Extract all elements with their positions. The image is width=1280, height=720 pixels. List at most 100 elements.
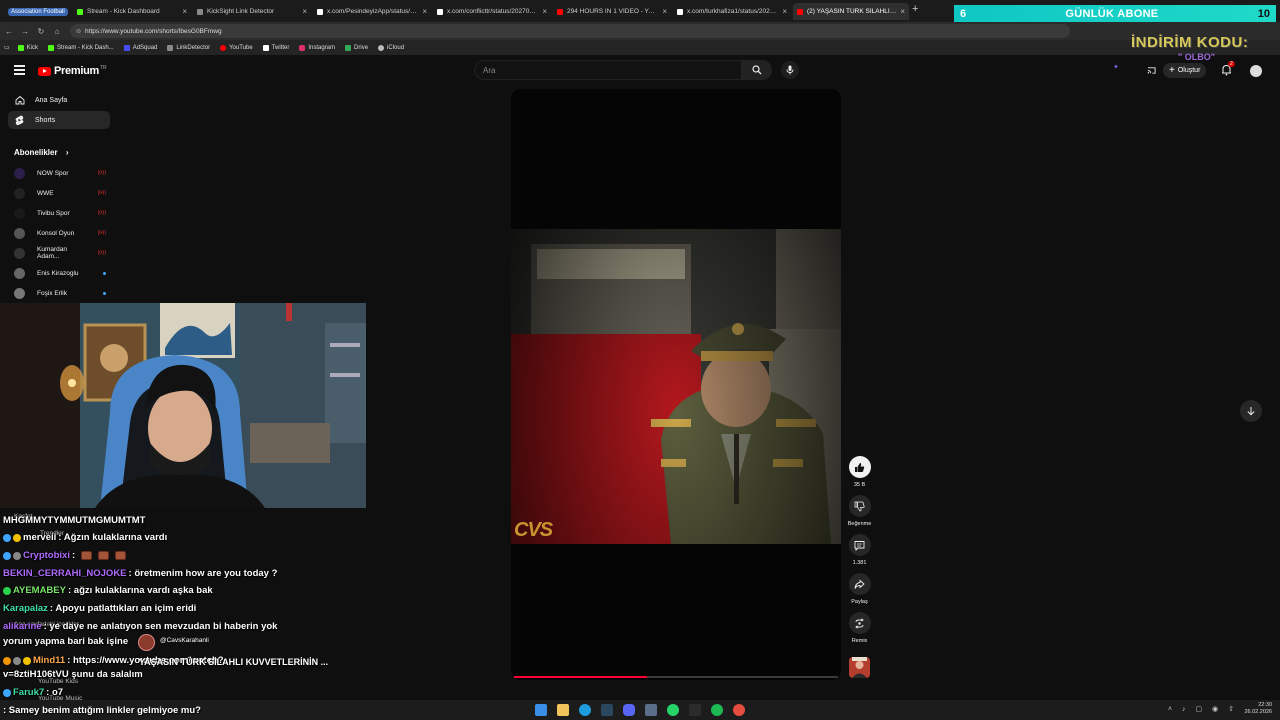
close-icon[interactable]: × xyxy=(900,7,905,16)
bookmark-label: AdSquad xyxy=(132,44,158,51)
chat-message: Cryptobixi : xyxy=(3,550,130,561)
bookmark-icloud[interactable]: iCloud xyxy=(378,44,405,51)
apps-icon[interactable]: ▭ xyxy=(4,44,10,51)
short-video-player[interactable]: CVS xyxy=(511,89,841,680)
whatsapp-icon[interactable] xyxy=(667,704,679,716)
chrome-icon[interactable] xyxy=(733,704,745,716)
browser-tab[interactable]: KickSight Link Detector × xyxy=(193,3,311,20)
account-avatar[interactable] xyxy=(1250,65,1262,77)
close-icon[interactable]: × xyxy=(182,7,187,16)
chat-badge-icon xyxy=(3,656,11,665)
browser-tab[interactable]: Association Football xyxy=(4,3,70,20)
webcam-image xyxy=(0,303,366,508)
bookmark-adsquad[interactable]: AdSquad xyxy=(123,44,158,51)
like-action[interactable]: 35 B xyxy=(847,456,872,488)
site-info-icon[interactable]: ⊜ xyxy=(76,28,81,35)
search-button[interactable] xyxy=(742,60,772,80)
remix-action[interactable]: Remix xyxy=(847,612,872,644)
next-short-button[interactable] xyxy=(1240,400,1262,422)
browser-tab[interactable]: Stream - Kick Dashboard × xyxy=(73,3,191,20)
like-button[interactable] xyxy=(848,456,871,478)
share-action[interactable]: Paylaş xyxy=(847,573,872,605)
share-label: Paylaş xyxy=(851,599,868,605)
back-icon[interactable]: ← xyxy=(2,27,16,36)
subscription-name: NOW Spor xyxy=(37,169,69,177)
bookmark-kick[interactable]: Kick xyxy=(17,44,39,51)
close-icon[interactable]: × xyxy=(782,7,787,16)
logo-region: TR xyxy=(99,65,107,71)
comments-button[interactable] xyxy=(848,534,871,556)
file-explorer-icon[interactable] xyxy=(557,704,569,716)
subscription-item[interactable]: Tivibu Spor ((•)) xyxy=(14,205,106,221)
chat-text: : xyxy=(71,550,76,561)
browser-tab[interactable]: x.com/PesindeyizApp/status/2027 × xyxy=(313,3,431,20)
short-title[interactable]: YAŞASIN TÜRK SİLAHLI KUVVETLERİNİN ... xyxy=(139,657,328,667)
voice-search-button[interactable] xyxy=(781,61,799,79)
hamburger-menu-icon[interactable] xyxy=(14,65,25,75)
close-icon[interactable]: × xyxy=(422,7,427,16)
bookmark-youtube[interactable]: YouTube xyxy=(220,44,253,51)
taskbar-clock[interactable]: 22:30 26.02.2026 xyxy=(1244,702,1272,716)
browser-tab-active[interactable]: (2) YAŞASIN TÜRK SİLAHLI KU × xyxy=(793,3,909,20)
subscription-item[interactable]: Foşix Erlik xyxy=(14,285,106,301)
dislike-button[interactable] xyxy=(848,495,871,517)
app-icon[interactable] xyxy=(645,704,657,716)
cast-icon[interactable] xyxy=(1147,66,1156,75)
home-icon[interactable]: ⌂ xyxy=(50,27,64,36)
close-icon[interactable]: × xyxy=(302,7,307,16)
bookmark-instagram[interactable]: Instagram xyxy=(299,44,335,51)
subscription-item[interactable]: Kumardan Adam... ((•)) xyxy=(14,245,106,261)
url-input[interactable]: ⊜ https://www.youtube.com/shorts/IbesG0B… xyxy=(70,24,1070,38)
bookmark-label: iCloud xyxy=(387,44,405,51)
app-icon[interactable] xyxy=(689,704,701,716)
system-tray[interactable]: ˄ ♪ ▢ ◉ ⇧ xyxy=(1168,705,1238,713)
create-button[interactable]: + Oluştur xyxy=(1163,63,1207,78)
subscription-item[interactable]: Konsol Oyun ((•)) xyxy=(14,225,106,241)
bookmark-label: Stream - Kick Dash... xyxy=(57,44,114,51)
comments-action[interactable]: 1.381 xyxy=(847,534,872,566)
subscription-item[interactable]: Enis Kirazoglu xyxy=(14,265,106,281)
dislike-action[interactable]: Beğenme xyxy=(847,495,872,527)
chat-text: : ye daye ne anlatıyon sen mevzudan bi h… xyxy=(43,621,278,632)
sidebar-item-home[interactable]: Ana Sayfa xyxy=(8,91,110,109)
browser-tab[interactable]: x.com/conflicttr/status/20270925 × xyxy=(433,3,551,20)
subscription-item[interactable]: NOW Spor ((•)) xyxy=(14,165,106,181)
video-progress-bar[interactable] xyxy=(514,676,838,678)
bookmark-drive[interactable]: Drive xyxy=(345,44,368,51)
close-icon[interactable]: × xyxy=(542,7,547,16)
discord-icon[interactable] xyxy=(623,704,635,716)
clock-time: 22:30 xyxy=(1258,702,1272,708)
address-bar: ← → ↻ ⌂ ⊜ https://www.youtube.com/shorts… xyxy=(0,22,1280,40)
new-tab-button[interactable]: + xyxy=(912,3,918,15)
windows-start-icon[interactable] xyxy=(535,704,547,716)
bookmark-linkdetector[interactable]: LinkDetector xyxy=(167,44,210,51)
sidebar-item-shorts[interactable]: Shorts xyxy=(8,111,110,129)
subscription-item[interactable]: WWE ((•)) xyxy=(14,185,106,201)
browser-tab[interactable]: 294 HOURS IN 1 VIDEO - YouTube × xyxy=(553,3,671,20)
steam-icon[interactable] xyxy=(601,704,613,716)
subscriptions-heading[interactable]: Abonelikler › xyxy=(14,148,68,157)
chat-username: AYEMABEY xyxy=(13,585,66,596)
forward-icon[interactable]: → xyxy=(18,27,32,36)
remix-button[interactable] xyxy=(848,612,871,634)
new-content-dot xyxy=(103,291,106,295)
channel-thumbnail[interactable] xyxy=(849,657,870,678)
chat-username: alikarine xyxy=(3,621,42,632)
chat-username: BEKIN_CERRAHI_NOJOKE xyxy=(3,568,127,579)
tab-title: x.com/turkhafiza1/status/202668 xyxy=(687,8,779,15)
search-input[interactable]: Ara xyxy=(474,60,742,80)
close-icon[interactable]: × xyxy=(662,7,667,16)
live-icon: ((•)) xyxy=(97,250,106,256)
bookmark-twitter[interactable]: Twitter xyxy=(262,44,289,51)
youtube-icon xyxy=(797,8,803,15)
youtube-premium-logo[interactable]: Premium TR xyxy=(38,65,107,77)
share-button[interactable] xyxy=(848,573,871,595)
browser-tab[interactable]: x.com/turkhafiza1/status/202668 × xyxy=(673,3,791,20)
bookmark-kick-dashboard[interactable]: Stream - Kick Dash... xyxy=(48,44,114,51)
spotify-icon[interactable] xyxy=(711,704,723,716)
short-channel-handle[interactable]: @CavsKarahanli xyxy=(160,637,209,644)
short-channel-avatar[interactable] xyxy=(138,634,155,651)
reload-icon[interactable]: ↻ xyxy=(34,27,48,36)
bookmark-label: Kick xyxy=(26,44,39,51)
edge-icon[interactable] xyxy=(579,704,591,716)
